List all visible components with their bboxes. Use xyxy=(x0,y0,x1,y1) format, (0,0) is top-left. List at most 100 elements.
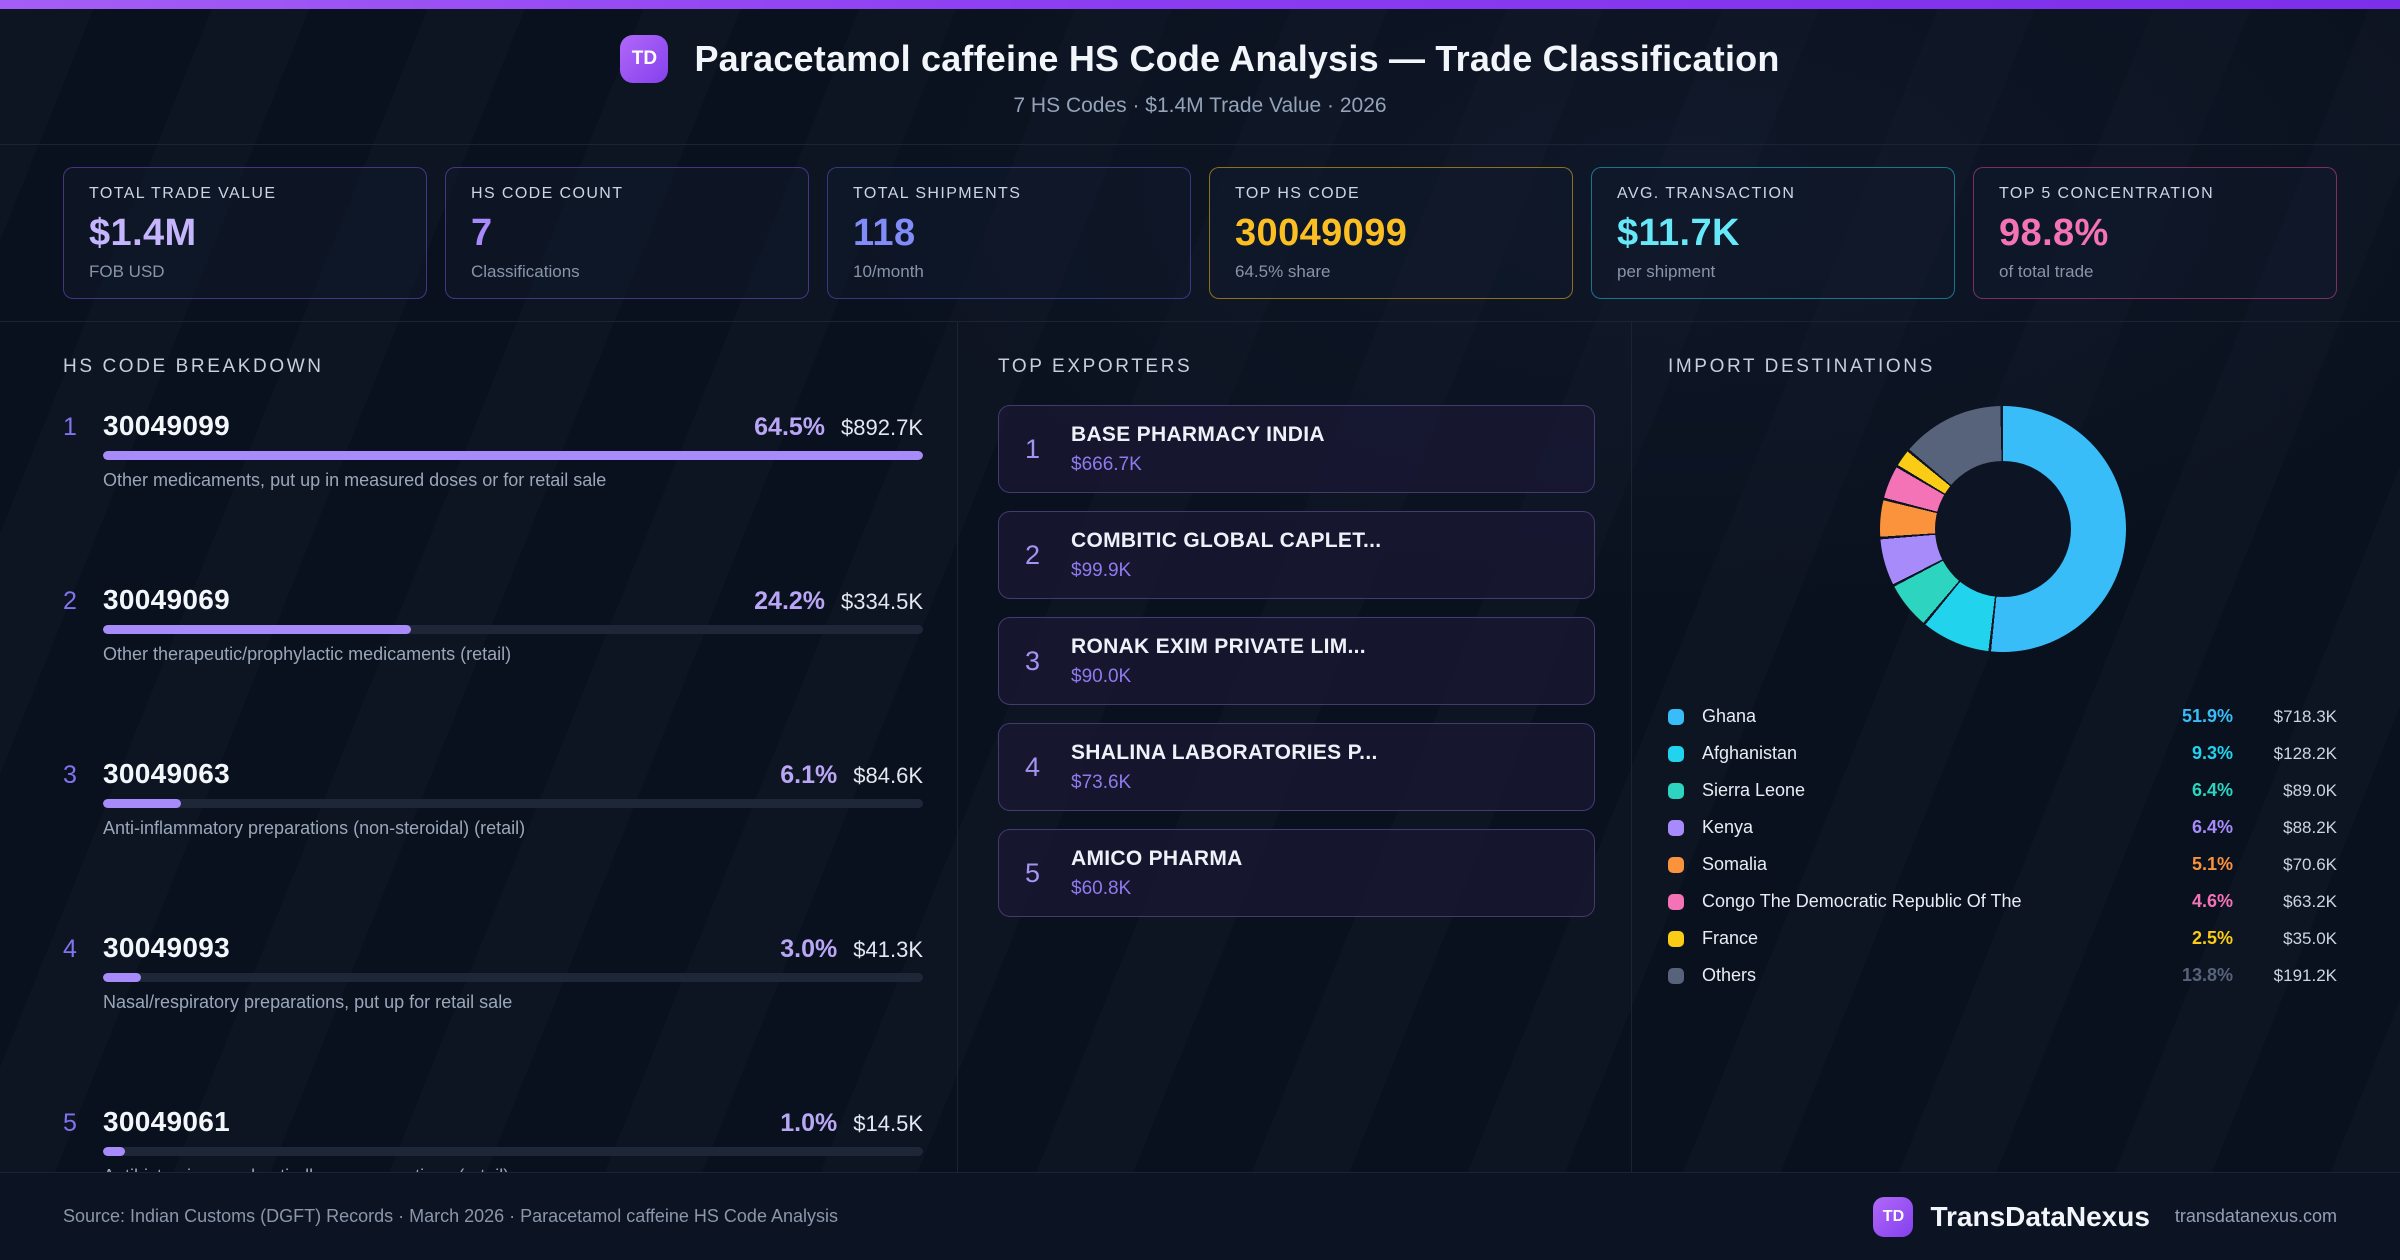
exporter-name: SHALINA LABORATORIES P... xyxy=(1071,740,1378,764)
stat-value: 98.8% xyxy=(1999,211,2109,254)
footer-domain: transdatanexus.com xyxy=(2174,1206,2337,1227)
header: TD Paracetamol caffeine HS Code Analysis… xyxy=(0,9,2400,146)
hs-description: Nasal/respiratory preparations, put up f… xyxy=(103,992,513,1013)
hs-rank: 1 xyxy=(63,413,77,442)
stat-card: TOP HS CODE 30049099 64.5% share xyxy=(1209,167,1573,300)
hs-code: 30049069 xyxy=(103,584,230,616)
legend-row: France 2.5% $35.0K xyxy=(1668,920,2337,957)
top-exporters-list: 1 BASE PHARMACY INDIA $666.7K 2 COMBITIC… xyxy=(998,405,1595,918)
legend-row: Kenya 6.4% $88.2K xyxy=(1668,809,2337,846)
brand-logo-badge: TD xyxy=(620,35,669,84)
legend-country-name: Others xyxy=(1702,965,1757,986)
donut-chart-wrap xyxy=(1668,406,2337,653)
stat-value: 118 xyxy=(853,211,916,254)
import-destinations-donut xyxy=(1879,406,2126,653)
exporter-value: $73.6K xyxy=(1071,771,1132,793)
hs-bar-fill xyxy=(103,451,923,461)
legend-country-name: France xyxy=(1702,928,1759,949)
exporter-rank: 3 xyxy=(1025,645,1041,676)
top-accent-bar xyxy=(0,0,2400,9)
exporter-card: 4 SHALINA LABORATORIES P... $73.6K xyxy=(998,723,1595,812)
legend-share-percent: 5.1% xyxy=(2191,854,2233,875)
hs-share-percent: 3.0% xyxy=(780,935,838,964)
hs-trade-value: $41.3K xyxy=(853,937,923,963)
exporter-value: $90.0K xyxy=(1071,665,1132,687)
legend-country-name: Afghanistan xyxy=(1702,743,1798,764)
exporter-info: BASE PHARMACY INDIA $666.7K xyxy=(1071,423,1325,476)
legend-trade-value: $70.6K xyxy=(2283,854,2337,874)
stat-card: AVG. TRANSACTION $11.7K per shipment xyxy=(1591,167,1955,300)
legend-share-percent: 6.4% xyxy=(2191,780,2233,801)
legend-country-name: Sierra Leone xyxy=(1702,780,1806,801)
stat-card: TOP 5 CONCENTRATION 98.8% of total trade xyxy=(1973,167,2337,300)
legend-country-name: Somalia xyxy=(1702,854,1768,875)
exporter-card: 1 BASE PHARMACY INDIA $666.7K xyxy=(998,405,1595,494)
exporter-info: RONAK EXIM PRIVATE LIM... $90.0K xyxy=(1071,635,1366,688)
footer-logo-badge: TD xyxy=(1873,1196,1914,1237)
stat-sublabel: of total trade xyxy=(1999,261,2094,281)
legend-trade-value: $89.0K xyxy=(2283,780,2337,800)
exporter-name: AMICO PHARMA xyxy=(1071,846,1243,870)
legend-country-name: Congo The Democratic Republic Of The xyxy=(1702,891,2022,912)
hs-rank: 3 xyxy=(63,761,77,790)
legend-color-swatch xyxy=(1668,930,1684,947)
page-subtitle: 7 HS Codes · $1.4M Trade Value · 2026 xyxy=(1013,94,1387,118)
legend-color-swatch xyxy=(1668,819,1684,836)
hs-bar-fill xyxy=(103,973,142,983)
exporter-info: COMBITIC GLOBAL CAPLET... $99.9K xyxy=(1071,529,1381,582)
hs-rank: 2 xyxy=(63,587,77,616)
hs-share-percent: 1.0% xyxy=(780,1109,838,1138)
legend-trade-value: $191.2K xyxy=(2273,965,2337,985)
hs-row-head: 3 30049063 6.1% $84.6K xyxy=(63,759,923,791)
hs-description: Anti-inflammatory preparations (non-ster… xyxy=(103,818,526,839)
stat-label: TOTAL SHIPMENTS xyxy=(853,184,1022,202)
exporter-rank: 4 xyxy=(1025,751,1041,782)
hs-row: 2 30049069 24.2% $334.5K Other therapeut… xyxy=(63,585,923,665)
hs-code: 30049099 xyxy=(103,410,230,442)
hs-rank: 4 xyxy=(63,935,77,964)
stat-card: TOTAL SHIPMENTS 118 10/month xyxy=(827,167,1191,300)
stat-card: HS CODE COUNT 7 Classifications xyxy=(445,167,809,300)
hs-bar-track xyxy=(103,625,923,635)
footer-brand-block: TD TransDataNexus transdatanexus.com xyxy=(1873,1196,2337,1237)
legend-trade-value: $88.2K xyxy=(2283,817,2337,837)
exporter-card: 3 RONAK EXIM PRIVATE LIM... $90.0K xyxy=(998,617,1595,706)
exporter-rank: 2 xyxy=(1025,539,1041,570)
legend-color-swatch xyxy=(1668,856,1684,873)
exporter-name: BASE PHARMACY INDIA xyxy=(1071,422,1325,446)
legend-row: Somalia 5.1% $70.6K xyxy=(1668,846,2337,883)
legend-row: Afghanistan 9.3% $128.2K xyxy=(1668,735,2337,772)
stat-value: $1.4M xyxy=(89,211,197,254)
hs-breakdown-section: HS CODE BREAKDOWN 1 30049099 64.5% $892.… xyxy=(0,322,958,1186)
stat-label: TOTAL TRADE VALUE xyxy=(89,184,277,202)
hs-code: 30049093 xyxy=(103,932,230,964)
stat-sublabel: Classifications xyxy=(471,261,580,281)
exporter-name: COMBITIC GLOBAL CAPLET... xyxy=(1071,528,1382,552)
legend-trade-value: $63.2K xyxy=(2283,891,2337,911)
stat-value: 30049099 xyxy=(1235,211,1408,254)
hs-share-percent: 64.5% xyxy=(754,413,826,442)
hs-trade-value: $892.7K xyxy=(841,415,923,441)
legend-trade-value: $128.2K xyxy=(2273,743,2337,763)
hs-row: 3 30049063 6.1% $84.6K Anti-inflammatory… xyxy=(63,759,923,839)
legend-row: Ghana 51.9% $718.3K xyxy=(1668,698,2337,735)
stat-label: TOP HS CODE xyxy=(1235,184,1361,202)
hs-trade-value: $14.5K xyxy=(853,1111,923,1137)
legend-share-percent: 6.4% xyxy=(2191,817,2233,838)
exporter-info: AMICO PHARMA $60.8K xyxy=(1071,847,1243,900)
header-title-row: TD Paracetamol caffeine HS Code Analysis… xyxy=(620,35,1779,84)
legend-row: Others 13.8% $191.2K xyxy=(1668,957,2337,994)
top-exporters-section: TOP EXPORTERS 1 BASE PHARMACY INDIA $666… xyxy=(958,322,1632,1173)
hs-share-percent: 24.2% xyxy=(754,587,826,616)
hs-row: 4 30049093 3.0% $41.3K Nasal/respiratory… xyxy=(63,933,923,1013)
stat-sublabel: FOB USD xyxy=(89,261,165,281)
legend-trade-value: $35.0K xyxy=(2283,928,2337,948)
hs-bar-fill xyxy=(103,1147,125,1157)
exporter-card: 2 COMBITIC GLOBAL CAPLET... $99.9K xyxy=(998,511,1595,600)
footer-brand-name: TransDataNexus xyxy=(1930,1200,2150,1232)
hs-bar-track xyxy=(103,799,923,809)
stat-value: 7 xyxy=(471,211,493,254)
stat-label: TOP 5 CONCENTRATION xyxy=(1999,184,2215,202)
hs-row-head: 1 30049099 64.5% $892.7K xyxy=(63,411,923,443)
hs-breakdown-list: 1 30049099 64.5% $892.7K Other medicamen… xyxy=(63,411,923,1187)
